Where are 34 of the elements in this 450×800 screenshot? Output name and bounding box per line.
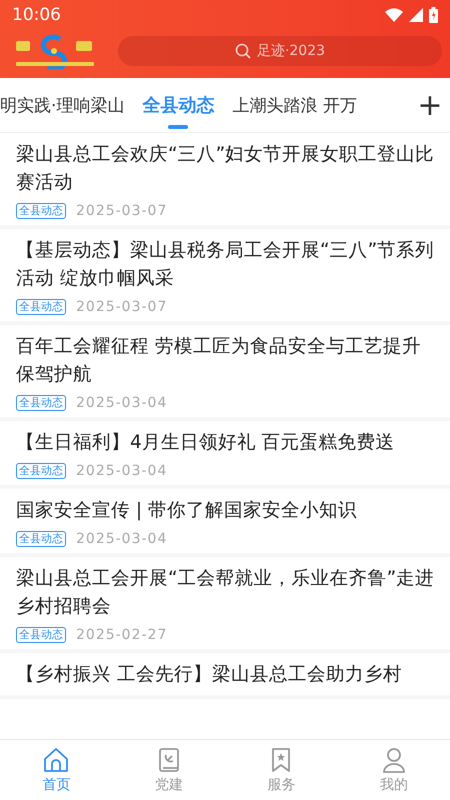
article-title: 【生日福利】4月生日领好礼 百元蛋糕免费送 xyxy=(16,431,396,455)
status-time: 10:06 xyxy=(12,5,61,25)
article-card[interactable]: 国家安全宣传 | 带你了解国家安全小知识 全县动态 2025-03-04 xyxy=(0,489,450,557)
category-tag: 全县动态 xyxy=(16,463,66,479)
article-date: 2025-03-04 xyxy=(76,463,168,479)
category-tag: 全县动态 xyxy=(16,531,66,547)
article-card[interactable]: 梁山县总工会开展“工会帮就业，乐业在齐鲁”走进乡村招聘会 全县动态 2025-02-27 xyxy=(0,557,450,653)
article-title: 梁山县总工会开展“工会帮就业，乐业在齐鲁”走进乡村招聘会 xyxy=(16,567,436,619)
article-card[interactable]: 【基层动态】梁山县税务局工会开展“三八”节系列活动 绽放巾帼风采 全县动态 2025-03-07 xyxy=(0,229,450,325)
battery-icon xyxy=(429,7,438,23)
article-card[interactable]: 百年工会耀征程 劳模工匠为食品安全与工艺提升保驾护航 全县动态 2025-03-04 xyxy=(0,325,450,421)
article-date: 2025-03-04 xyxy=(76,395,168,411)
article-title: 【乡村振兴 工会先行】梁山县总工会助力乡村 xyxy=(16,663,403,687)
article-card[interactable]: 【乡村振兴 工会先行】梁山县总工会助力乡村 xyxy=(0,653,450,699)
category-tab[interactable]: 明实践·理响梁山 xyxy=(0,78,124,132)
article-date: 2025-03-07 xyxy=(76,299,168,315)
category-tag: 全县动态 xyxy=(16,203,66,219)
home-icon xyxy=(42,746,70,774)
wifi-icon xyxy=(385,8,403,22)
search-icon xyxy=(234,43,251,59)
category-tag: 全县动态 xyxy=(16,395,66,411)
category-tab[interactable]: 上潮头踏浪 开万 xyxy=(232,78,357,132)
article-date: 2025-02-27 xyxy=(76,627,168,643)
article-title: 百年工会耀征程 劳模工匠为食品安全与工艺提升保驾护航 xyxy=(16,335,422,387)
article-card[interactable]: 【生日福利】4月生日领好礼 百元蛋糕免费送 全县动态 2025-03-04 xyxy=(0,421,450,489)
article-card[interactable]: 梁山县总工会欢庆“三八”妇女节开展女职工登山比赛活动 全县动态 2025-03-07 xyxy=(0,133,450,229)
article-title: 【基层动态】梁山县税务局工会开展“三八”节系列活动 绽放巾帼风采 xyxy=(16,239,436,291)
article-date: 2025-03-07 xyxy=(76,203,168,219)
article-date: 2025-03-04 xyxy=(76,531,168,547)
category-tag: 全县动态 xyxy=(16,299,66,315)
article-title: 梁山县总工会欢庆“三八”妇女节开展女职工登山比赛活动 xyxy=(16,143,436,195)
signal-icon xyxy=(409,8,423,22)
category-tag: 全县动态 xyxy=(16,627,66,643)
article-title: 国家安全宣传 | 带你了解国家安全小知识 xyxy=(16,499,358,523)
